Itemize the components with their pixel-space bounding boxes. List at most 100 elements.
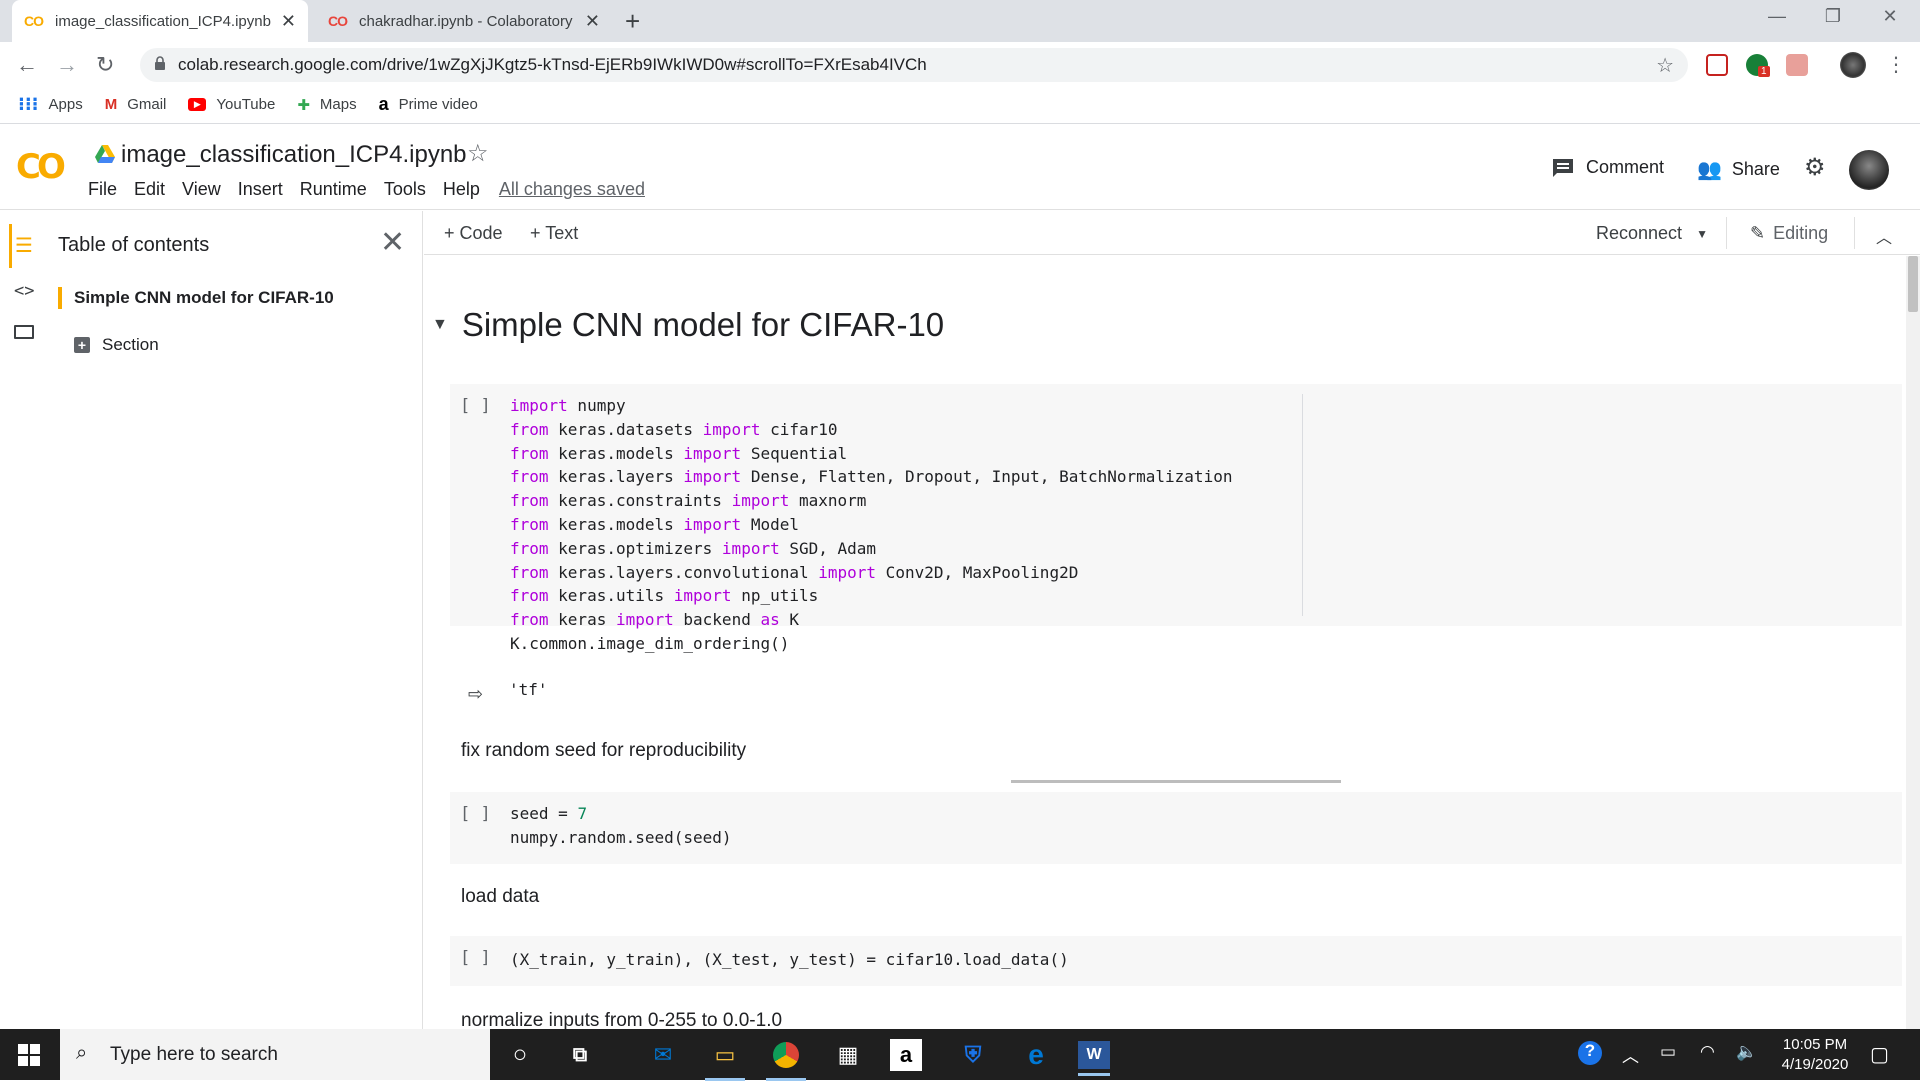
windows-start-icon[interactable] [18,1044,40,1066]
bookmark-maps[interactable]: ✚ Maps [297,96,356,114]
output-icon: ⇨ [468,684,484,704]
toc-item-simple-cnn[interactable]: Simple CNN model for CIFAR-10 [58,287,334,309]
chrome-icon[interactable] [766,1036,806,1081]
star-icon[interactable]: ☆ [467,139,489,168]
bookmark-label: YouTube [216,96,276,113]
taskbar-search-box[interactable]: ⌕ Type here to search [60,1029,490,1080]
volume-icon[interactable]: 🔈 [1736,1042,1757,1062]
text-cell-normalize[interactable]: normalize inputs from 0-255 to 0.0-1.0 [461,1010,782,1029]
profile-avatar[interactable] [1840,52,1866,78]
notebook-title[interactable]: image_classification_ICP4.ipynb [121,141,467,169]
bookmark-star-icon[interactable]: ☆ [1656,53,1674,78]
taskbar-clock[interactable]: 10:05 PM 4/19/2020 [1760,1035,1870,1075]
code-cell-imports[interactable]: [ ] import numpy from keras.datasets imp… [450,384,1902,653]
store-icon[interactable]: ▦ [828,1036,868,1074]
avatar[interactable] [1849,150,1889,190]
bookmark-label: Prime video [398,96,478,113]
help-icon[interactable]: ? [1578,1041,1602,1065]
reconnect-button[interactable]: Reconnect ▼ [1596,223,1708,244]
close-icon[interactable]: ✕ [281,11,296,32]
files-folder-icon[interactable] [14,325,34,339]
menu-bar: File Edit View Insert Runtime Tools Help… [88,179,662,200]
comment-button[interactable]: Comment [1552,157,1664,178]
save-status[interactable]: All changes saved [499,179,645,200]
add-text-button[interactable]: + Text [530,223,578,244]
table-of-contents-icon[interactable]: ☰ [15,233,33,258]
bookmark-prime-video[interactable]: a Prime video [379,94,478,115]
restore-icon[interactable]: ❐ [1813,6,1853,27]
bookmark-youtube[interactable]: ▶ YouTube [188,96,275,113]
share-button[interactable]: 👥 Share [1697,157,1780,182]
code-editor[interactable]: (X_train, y_train), (X_test, y_test) = c… [510,948,1069,972]
lock-icon [155,56,165,70]
menu-help[interactable]: Help [443,179,480,200]
menu-file[interactable]: File [88,179,117,200]
code-cell-seed[interactable]: [ ] seed = 7 numpy.random.seed(seed) [450,792,1902,864]
chrome-menu-icon[interactable]: ⋮ [1886,52,1906,77]
add-code-button[interactable]: + Code [444,223,503,244]
mail-icon[interactable]: ✉ [643,1036,683,1074]
word-icon[interactable]: W [1078,1041,1110,1076]
chevron-up-icon[interactable]: ︿ [1622,1042,1639,1067]
battery-icon[interactable]: ▭ [1660,1042,1676,1062]
menu-insert[interactable]: Insert [238,179,283,200]
notifications-icon[interactable]: ▢ [1870,1042,1889,1067]
new-tab-button[interactable]: + [625,6,640,37]
google-drive-icon[interactable] [95,145,115,163]
menu-view[interactable]: View [182,179,221,200]
table-of-contents-panel: Table of contents ✕ Simple CNN model for… [48,211,423,1029]
wifi-icon[interactable]: ◠ [1700,1042,1715,1062]
browser-tab-bar: CO image_classification_ICP4.ipynb - Col… [0,0,1920,42]
amazon-app-icon[interactable]: a [890,1039,922,1071]
tab-title: chakradhar.ipynb - Colaboratory [359,12,573,30]
code-editor[interactable]: seed = 7 numpy.random.seed(seed) [510,802,732,850]
pocket-extension-icon[interactable] [1706,54,1728,76]
text-cell-load-data[interactable]: load data [461,886,539,908]
code-snippets-icon[interactable]: <> [14,281,34,301]
bookmark-gmail[interactable]: M Gmail [105,96,167,113]
colab-logo[interactable]: CO [16,147,66,187]
reload-icon[interactable]: ↻ [96,52,114,78]
window-close-icon[interactable]: ✕ [1870,6,1910,27]
edge-icon[interactable]: e [1016,1036,1056,1074]
section-title: Simple CNN model for CIFAR-10 [461,306,945,343]
expand-plus-icon[interactable]: + [74,337,90,353]
tab-image-classification[interactable]: CO image_classification_ICP4.ipynb - Col… [12,0,308,42]
tab-chakradhar[interactable]: CO chakradhar.ipynb - Colaboratory ✕ [316,0,612,42]
editing-mode-button[interactable]: ✎ Editing [1750,223,1828,244]
scrollbar-thumb[interactable] [1908,256,1918,312]
run-cell-button[interactable]: [ ] [460,396,491,416]
run-cell-button[interactable]: [ ] [460,804,491,824]
collapse-header-icon[interactable]: ︿ [1876,224,1892,248]
task-view-icon[interactable]: ⧉ [560,1036,600,1074]
run-cell-button[interactable]: [ ] [460,948,491,968]
close-icon[interactable]: ✕ [380,225,405,260]
minimize-icon[interactable]: — [1757,6,1797,27]
menu-tools[interactable]: Tools [384,179,426,200]
file-explorer-icon[interactable]: ▭ [705,1036,745,1081]
back-arrow-icon[interactable]: ← [16,52,38,78]
dropdown-arrow-icon[interactable]: ▼ [1696,227,1708,241]
bookmark-apps[interactable]: ⁝⁝⁝ Apps [18,94,83,115]
menu-runtime[interactable]: Runtime [300,179,367,200]
code-cell-load-data[interactable]: [ ] (X_train, y_train), (X_test, y_test)… [450,936,1902,986]
security-extension-icon[interactable]: 1 [1746,54,1770,77]
code-editor[interactable]: import numpy from keras.datasets import … [510,394,1232,656]
close-icon[interactable]: ✕ [585,11,600,32]
menu-edit[interactable]: Edit [134,179,165,200]
text-cell-seed[interactable]: fix random seed for reproducibility [461,740,746,762]
bookmark-label: Apps [48,96,83,113]
forward-arrow-icon[interactable]: → [56,52,78,78]
toc-item-section[interactable]: + Section [74,335,159,355]
collapse-caret-icon[interactable]: ▼ [432,316,448,334]
extension-badge: 1 [1758,66,1770,77]
defender-shield-icon[interactable]: ⛨ [953,1036,993,1074]
people-icon: 👥 [1697,159,1722,181]
toc-item-label: Section [102,335,159,354]
notebook-content: ▼ Simple CNN model for CIFAR-10 [ ] impo… [424,256,1920,1029]
address-bar[interactable]: colab.research.google.com/drive/1wZgXjJK… [140,48,1688,82]
cortana-icon[interactable]: ○ [500,1036,540,1074]
pdf-extension-icon[interactable] [1786,54,1808,76]
settings-gear-icon[interactable]: ⚙ [1804,153,1826,182]
notebook-scrollbar[interactable] [1906,256,1920,1029]
